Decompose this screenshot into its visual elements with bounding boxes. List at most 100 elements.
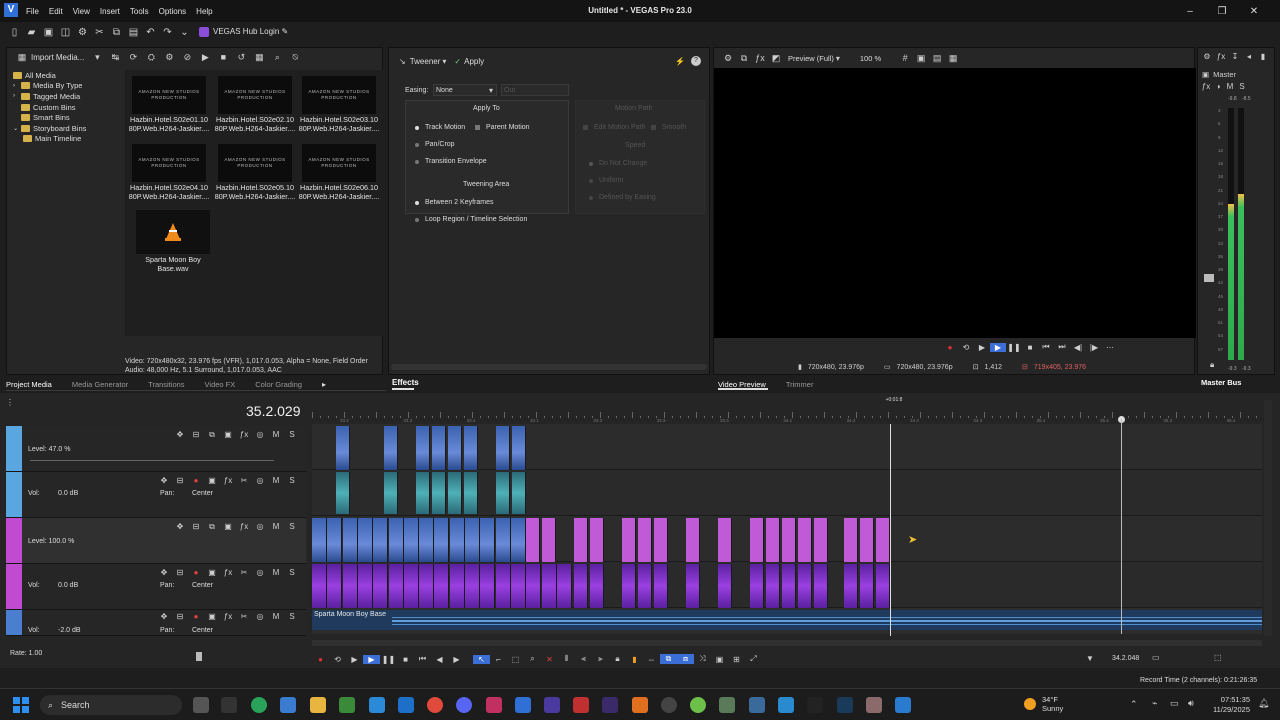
easing-select[interactable]: None ▾: [433, 84, 497, 96]
expand-icon[interactable]: ›: [13, 93, 21, 99]
radio-do-not-change[interactable]: Do Not Change: [589, 160, 647, 167]
delete-icon[interactable]: ✕: [541, 655, 558, 664]
media-fx2-icon[interactable]: ⚙: [160, 52, 178, 63]
video-fx-icon[interactable]: ƒx: [752, 53, 768, 63]
audio-clip[interactable]: [622, 564, 636, 608]
mute-button[interactable]: M: [1224, 82, 1236, 91]
downmix-icon[interactable]: ↧: [1228, 52, 1242, 61]
tree-storyboard-bins[interactable]: ⌄ Storyboard Bins: [13, 123, 123, 134]
marker-icon[interactable]: ▮: [626, 655, 643, 664]
tree-main-timeline[interactable]: Main Timeline: [13, 134, 123, 145]
track-motion-icon[interactable]: ⧉: [204, 430, 220, 440]
video-clip[interactable]: [686, 518, 700, 562]
audio-clip[interactable]: [449, 564, 465, 608]
dropdown-arrow-icon[interactable]: ▾: [88, 52, 106, 63]
audio-clip[interactable]: [416, 472, 430, 514]
solo-button[interactable]: S: [284, 476, 300, 485]
grouping-icon[interactable]: ▣: [711, 655, 728, 664]
normal-edit-tool-icon[interactable]: ↖: [473, 654, 490, 664]
play-icon[interactable]: ▶: [990, 342, 1006, 352]
app-icon-10[interactable]: [486, 697, 502, 713]
video-clip[interactable]: [654, 518, 668, 562]
tree-media-by-type[interactable]: › Media By Type: [13, 81, 123, 92]
video-clip[interactable]: [388, 518, 404, 562]
audio-clip[interactable]: [342, 564, 358, 608]
track-header-video-1[interactable]: ✥ ⊟ ⧉ ▣ ƒx ◎ M S Level: 47.0 %: [6, 426, 306, 472]
stop-icon[interactable]: ■: [1022, 343, 1038, 352]
app-icon-19[interactable]: [749, 697, 765, 713]
arm-record-icon[interactable]: ●: [188, 476, 204, 485]
radio-defined-by-easing[interactable]: Defined by Easing: [589, 194, 656, 201]
tweener-dropdown[interactable]: Tweener: [410, 57, 441, 66]
automation-icon[interactable]: ◎: [252, 476, 268, 485]
video-clip[interactable]: [373, 518, 389, 562]
track-header-video-2[interactable]: ✥ ⊟ ⧉ ▣ ƒx ◎ M S Level: 100.0 %: [6, 518, 306, 564]
cut-icon[interactable]: ✂: [91, 27, 108, 38]
audio-clip[interactable]: [388, 564, 404, 608]
maximize-timeline-icon[interactable]: ⬚: [1214, 653, 1222, 662]
master-fader-handle[interactable]: [1204, 274, 1214, 282]
solo-button[interactable]: S: [284, 522, 300, 532]
audio-clip[interactable]: [798, 564, 812, 608]
minimize-track-icon[interactable]: ⊟: [172, 612, 188, 621]
audio-clip[interactable]: [432, 472, 446, 514]
app-icon-13[interactable]: [573, 697, 589, 713]
audio-clip[interactable]: [574, 564, 588, 608]
app-icon-14[interactable]: [602, 697, 618, 713]
minimize-track-icon[interactable]: ⊟: [188, 430, 204, 440]
play-media-icon[interactable]: ▶: [196, 52, 214, 63]
network-icon[interactable]: ⌁: [1152, 698, 1157, 709]
video-clip[interactable]: [464, 426, 478, 470]
phase-icon[interactable]: ▣: [204, 568, 220, 577]
move-icon[interactable]: ✥: [156, 568, 172, 577]
audio-clip[interactable]: [844, 564, 858, 608]
audio-clip[interactable]: [766, 564, 780, 608]
volume-icon[interactable]: 🔊︎: [1188, 698, 1194, 709]
out-select[interactable]: Out: [501, 84, 569, 96]
move-icon[interactable]: ✥: [172, 430, 188, 440]
prev-frame-icon[interactable]: ◀|: [1070, 343, 1086, 352]
crossfade-icon[interactable]: ⤨: [694, 654, 711, 664]
solo-button[interactable]: S: [284, 568, 300, 577]
app-icon-7[interactable]: [398, 697, 414, 713]
discord-icon[interactable]: [456, 697, 472, 713]
radio-between-keyframes[interactable]: Between 2 Keyframes: [415, 199, 493, 206]
track-fx-icon[interactable]: ƒx: [220, 476, 236, 485]
loop-icon[interactable]: ⟲: [958, 343, 974, 352]
snapping-icon[interactable]: ⇔: [643, 655, 660, 664]
dim-icon[interactable]: ◂: [1242, 52, 1256, 61]
app-icon-21[interactable]: [807, 697, 823, 713]
radio-transition-envelope[interactable]: Transition Envelope: [415, 158, 487, 165]
get-media-icon[interactable]: ⟳: [124, 52, 142, 63]
envelope-tool-icon[interactable]: ⌐: [490, 655, 507, 664]
zoom-dropdown[interactable]: 100 %: [860, 54, 881, 63]
video-clip[interactable]: [766, 518, 780, 562]
play-from-start-icon[interactable]: ▶: [974, 343, 990, 352]
pause-icon[interactable]: ❚❚: [1006, 343, 1022, 352]
external-monitor-icon[interactable]: ⧉: [736, 53, 752, 64]
video-clip[interactable]: [798, 518, 812, 562]
audio-clip[interactable]: [510, 564, 526, 608]
tab-scroll-icon[interactable]: ▸: [322, 380, 326, 389]
task-view-icon[interactable]: [193, 697, 209, 713]
solo-button[interactable]: S: [284, 612, 300, 621]
stop-media-icon[interactable]: ■: [214, 52, 232, 62]
audio-clip[interactable]: [373, 564, 389, 608]
radio-pan-crop[interactable]: Pan/Crop: [415, 141, 455, 148]
search-media-icon[interactable]: ⌕: [268, 52, 286, 63]
compositing-icon[interactable]: ▣: [220, 522, 236, 532]
app-icon-16[interactable]: [661, 697, 677, 713]
video-clip[interactable]: [860, 518, 874, 562]
audio-clip[interactable]: [465, 564, 480, 608]
auto-preview-icon[interactable]: ↺: [232, 52, 250, 63]
video-clip[interactable]: [357, 518, 373, 562]
trim-end-icon[interactable]: ⫸: [592, 654, 609, 664]
radio-uniform[interactable]: Uniform: [589, 177, 624, 184]
video-clip[interactable]: [510, 518, 526, 562]
audio-clip[interactable]: [876, 564, 890, 608]
mute-button[interactable]: M: [268, 430, 284, 440]
video-clip[interactable]: [496, 426, 510, 470]
arm-record-icon[interactable]: ●: [188, 568, 204, 577]
automation-icon[interactable]: ◎: [252, 522, 268, 532]
media-tile[interactable]: AMAZON NEW STUDIOS PRODUCTION Hazbin.Hote…: [213, 144, 297, 201]
